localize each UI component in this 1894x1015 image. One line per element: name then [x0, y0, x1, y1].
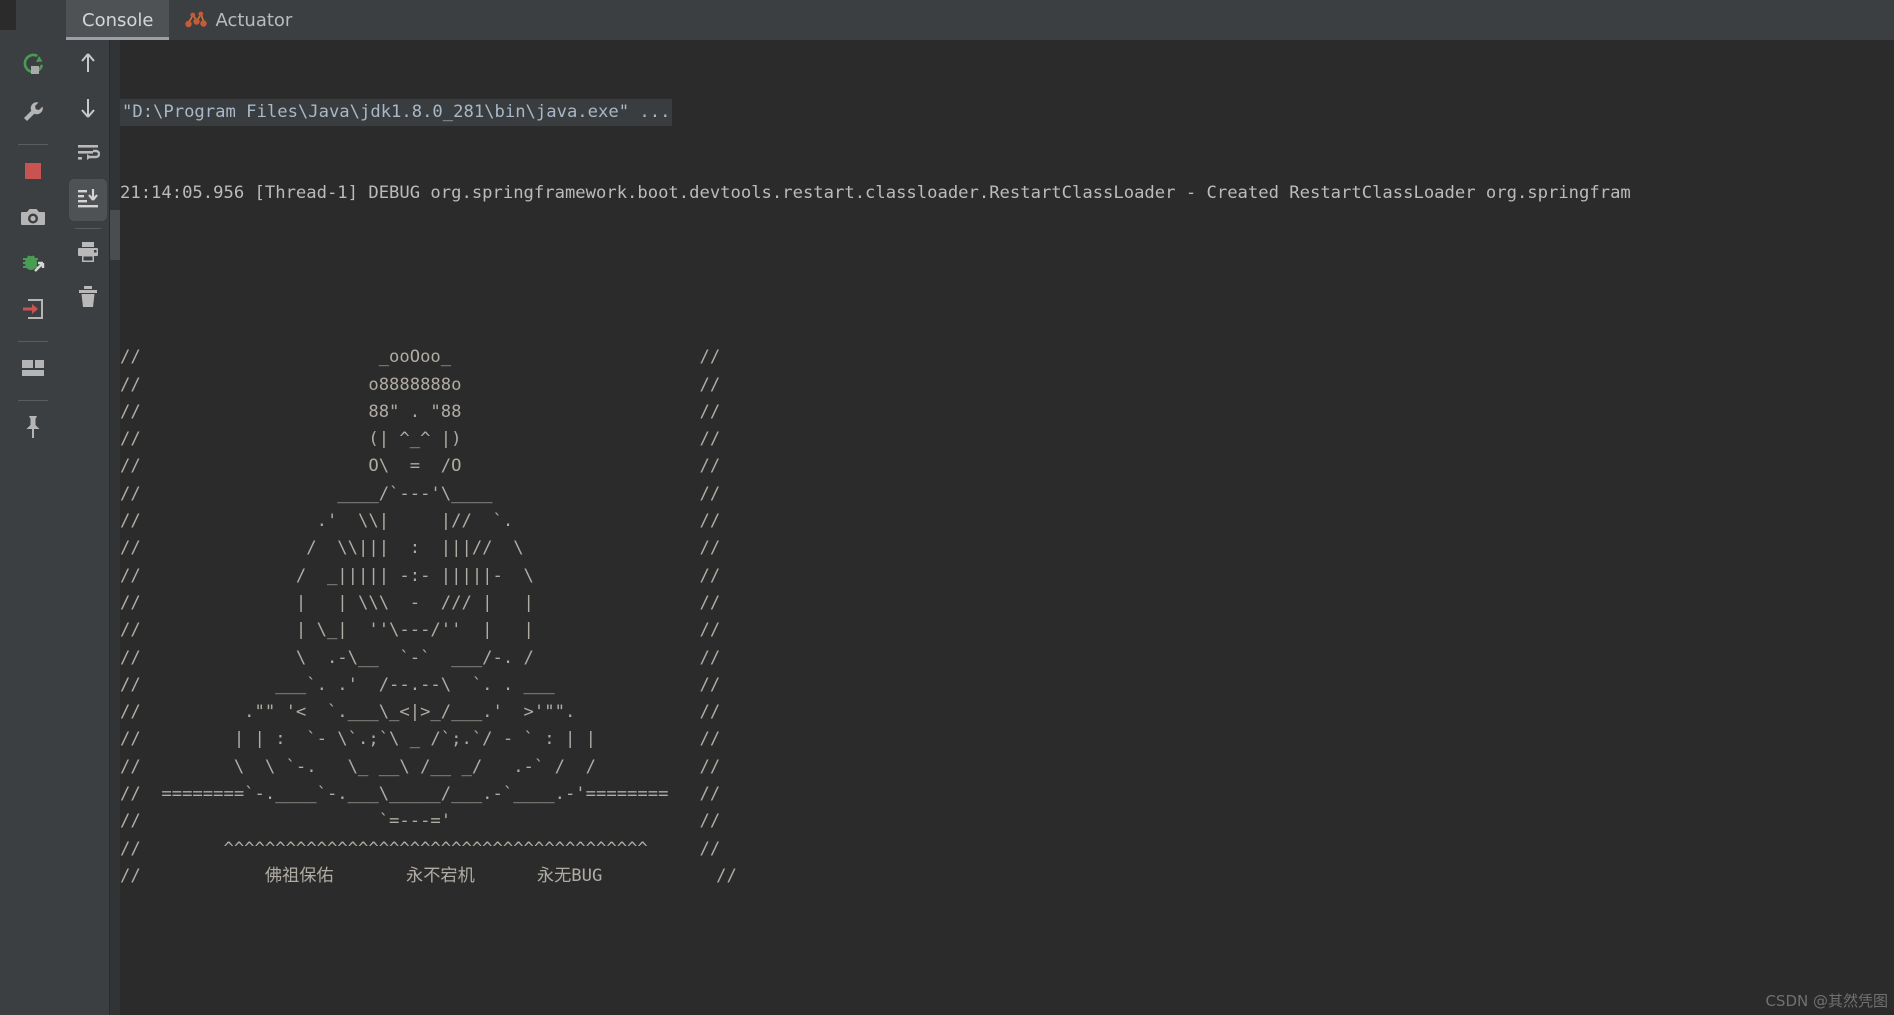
ascii-art-line: // | | \\\ - /// | | // [120, 592, 721, 613]
down-the-stack-trace-button[interactable] [69, 89, 107, 131]
ascii-art-line: // 佛祖保佑 永不宕机 永无BUG // [120, 865, 737, 886]
intellij-run-window: Console Actuator "D:\Program Files\Java\… [0, 0, 1894, 1015]
attach-debugger-button[interactable] [11, 243, 55, 287]
camera-icon [20, 205, 46, 233]
import-button[interactable] [11, 289, 55, 333]
body-row: "D:\Program Files\Java\jdk1.8.0_281\bin\… [0, 0, 1894, 1015]
stop-button[interactable] [11, 151, 55, 195]
ascii-art-line: // \ .-\__ `-` ___/-. / // [120, 647, 721, 668]
tab-console[interactable]: Console [66, 0, 170, 40]
tab-bar: Console Actuator [0, 0, 1894, 40]
console-debug-line: 21:14:05.956 [Thread-1] DEBUG org.spring… [120, 183, 1631, 204]
scroll-to-end-button[interactable] [68, 179, 107, 221]
ascii-art-line: // `=---=' // [120, 811, 721, 832]
layout-icon [20, 357, 46, 383]
pin-icon [21, 414, 45, 444]
ascii-art-line: // _ooOoo_ // [120, 347, 721, 368]
ascii-art-line: // ____/`---'\____ // [120, 483, 721, 504]
console-toolbar [66, 40, 110, 1015]
rail-corner-shadow [0, 0, 16, 30]
bug-attach-icon [20, 250, 46, 280]
scroll-to-end-icon [76, 187, 100, 213]
ascii-art-line: // / _||||| -:- |||||- \ // [120, 565, 721, 586]
ascii-art-line: // / \\||| : |||// \ // [120, 538, 721, 559]
tab-console-label: Console [82, 9, 154, 31]
arrow-up-icon [77, 51, 99, 79]
ascii-art-line: // ___`. .' /--.--\ `. . ___ // [120, 674, 721, 695]
up-the-stack-trace-button[interactable] [69, 44, 107, 86]
console-text[interactable]: "D:\Program Files\Java\jdk1.8.0_281\bin\… [120, 40, 1894, 1015]
wrench-icon [20, 99, 46, 129]
ascii-art-line: // 88" . "88 // [120, 401, 721, 422]
screenshot-button[interactable] [11, 197, 55, 241]
print-button[interactable] [69, 233, 107, 275]
ascii-art-block: // _ooOoo_ // // o8888888o // // 88" . "88… [120, 344, 1894, 890]
run-tool-rail [0, 0, 66, 1015]
pin-tab-button[interactable] [11, 407, 55, 451]
console-blank-line-1 [120, 262, 1894, 289]
edit-configurations-button[interactable] [11, 92, 55, 136]
console-gutter [110, 40, 120, 1015]
command-line-text: "D:\Program Files\Java\jdk1.8.0_281\bin\… [120, 98, 673, 126]
arrow-down-icon [77, 96, 99, 124]
soft-wrap-button[interactable] [69, 134, 107, 176]
printer-icon [76, 240, 100, 268]
ascii-art-line: // o8888888o // [120, 374, 721, 395]
ascii-art-line: // ========`-.____`-.___\_____/___.-`___… [120, 784, 721, 805]
ascii-art-line: // ^^^^^^^^^^^^^^^^^^^^^^^^^^^^^^^^^^^^^… [120, 838, 721, 859]
ascii-art-line: // .' \\| |// `. // [120, 511, 721, 532]
console-output-panel[interactable]: "D:\Program Files\Java\jdk1.8.0_281\bin\… [110, 40, 1894, 1015]
ascii-art-line: // | \_| ''\---/'' | | // [120, 620, 721, 641]
actuator-icon [185, 10, 208, 30]
tab-actuator[interactable]: Actuator [169, 0, 308, 40]
trash-icon [77, 285, 99, 313]
layout-button[interactable] [11, 348, 55, 392]
console-scroll-thumb[interactable] [110, 210, 120, 260]
rail-divider-2 [18, 341, 48, 342]
console-command-line: "D:\Program Files\Java\jdk1.8.0_281\bin\… [120, 98, 1894, 126]
console-blank-line-2 [120, 945, 1894, 972]
rail-divider-3 [18, 400, 48, 401]
stop-square-icon [21, 159, 45, 187]
toolbar-divider-1 [74, 228, 101, 229]
tab-actuator-label: Actuator [215, 9, 293, 31]
rerun-icon [20, 53, 46, 83]
rail-divider-1 [18, 144, 48, 145]
rerun-button[interactable] [11, 46, 55, 90]
clear-all-button[interactable] [69, 278, 107, 320]
ascii-art-line: // O\ = /O // [120, 456, 721, 477]
arrow-into-box-icon [20, 296, 46, 326]
ascii-art-line: // ."" '< `.___\_<|>_/___.' >'"". // [120, 702, 721, 723]
ascii-art-line: // (| ^_^ |) // [120, 429, 721, 450]
soft-wrap-icon [76, 142, 100, 168]
ascii-art-line: // | | : `- \`.;`\ _ /`;.`/ - ` : | | // [120, 729, 721, 750]
ascii-art-line: // \ \ `-. \_ __\ /__ _/ .-` / / // [120, 756, 721, 777]
